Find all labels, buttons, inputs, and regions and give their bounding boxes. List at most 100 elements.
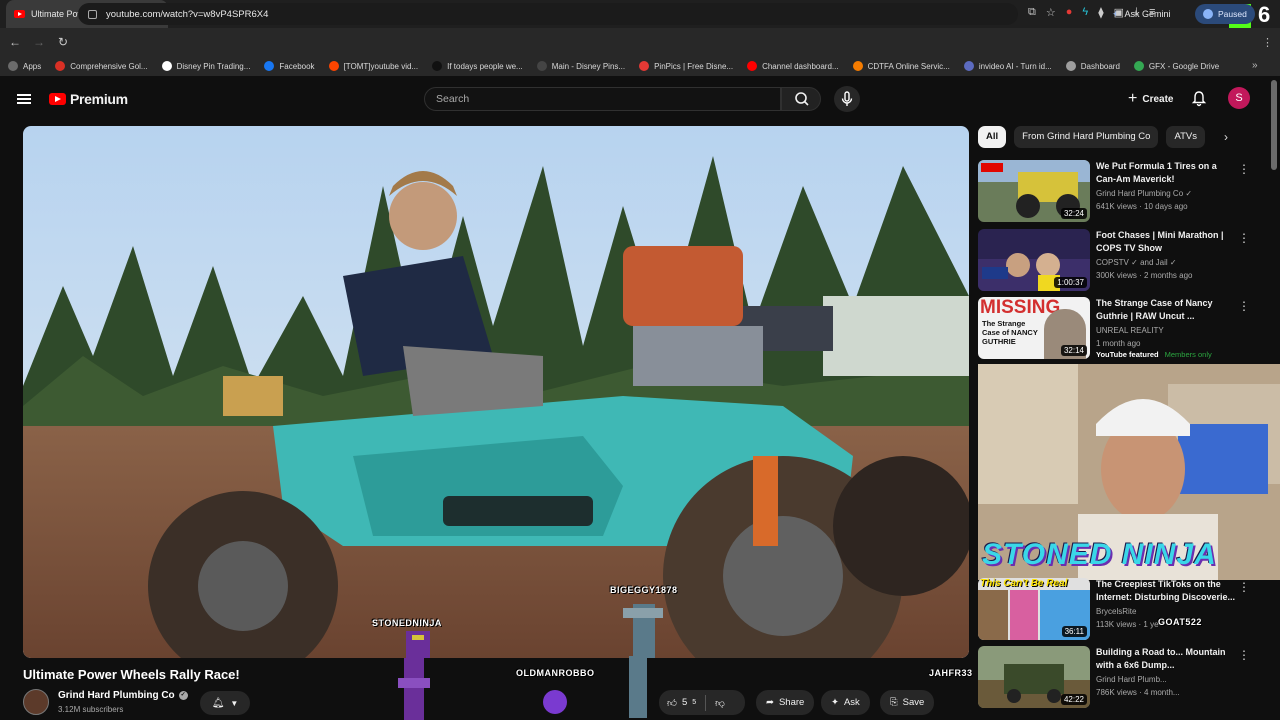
profile-paused-button[interactable]: Paused — [1195, 4, 1255, 24]
bookmark-item[interactable]: Apps — [8, 61, 41, 71]
recommendation-channel[interactable]: UNREAL REALITY — [1096, 326, 1164, 335]
recommendation-channel[interactable]: COPSTV ✓ and Jail ✓ — [1096, 258, 1177, 267]
bookmarks-overflow-icon[interactable]: » — [1252, 60, 1258, 71]
bookmark-star-icon[interactable]: ☆ — [1046, 6, 1056, 19]
recommendation-title[interactable]: The Creepiest TikToks on the Internet: D… — [1096, 578, 1236, 603]
bookmark-label: Main - Disney Pins... — [551, 61, 626, 71]
verified-check-icon: ✓ — [1131, 258, 1138, 267]
recommendation-title[interactable]: We Put Formula 1 Tires on a Can-Am Maver… — [1096, 160, 1236, 185]
account-avatar[interactable]: S — [1228, 87, 1250, 109]
video-thumbnail[interactable]: This Can't Be Real 36:11 — [978, 578, 1090, 640]
bookmark-item[interactable]: GFX - Google Drive — [1133, 61, 1219, 71]
recommendation-item[interactable]: 42:22 Building a Road to... Mountain wit… — [978, 646, 1270, 708]
bookmark-item[interactable]: CDTFA Online Servic... — [852, 61, 950, 71]
video-thumbnail[interactable]: MISSING The Strange Case of NANCY GUTHRI… — [978, 297, 1090, 359]
forward-icon[interactable]: → — [27, 35, 51, 49]
bookmark-label: PinPics | Free Disne... — [654, 61, 734, 71]
more-options-icon[interactable]: ⋮ — [1238, 580, 1250, 594]
search-input[interactable]: Search — [424, 87, 781, 111]
recommendation-channel[interactable]: Grind Hard Plumbing Co ✓ — [1096, 189, 1192, 198]
address-bar[interactable]: youtube.com/watch?v=w8vP4SPR6X4 — [78, 3, 1018, 25]
voice-search-button[interactable] — [834, 86, 860, 112]
notifications-bell-icon[interactable] — [1191, 90, 1207, 107]
video-thumbnail[interactable]: 1:00:37 — [978, 229, 1090, 291]
channel-name-link[interactable]: Grind Hard Plumbing Co ✓ — [58, 690, 188, 701]
more-options-icon[interactable]: ⋮ — [1238, 648, 1250, 662]
create-button[interactable]: + Create — [1118, 87, 1183, 111]
video-thumbnail[interactable]: 32:24 — [978, 160, 1090, 222]
bookmark-item[interactable]: invideo AI - Turn id... — [963, 61, 1052, 71]
dislike-button[interactable]: 👎︎ — [715, 697, 725, 709]
bookmark-label: [TOMT]youtube vid... — [343, 61, 419, 71]
ask-button[interactable]: ✦ Ask — [821, 690, 870, 715]
bookmark-favicon-icon — [536, 61, 547, 71]
split-view-icon[interactable]: ▣ — [1114, 6, 1124, 19]
profile-status-label: Paused — [1218, 9, 1247, 19]
overlay-username: OLDMANROBBO — [516, 668, 595, 678]
bookmark-item[interactable]: PinPics | Free Disne... — [639, 61, 733, 71]
reload-icon[interactable]: ↻ — [51, 35, 75, 49]
browser-menu-icon[interactable]: ⋮ — [1262, 36, 1273, 49]
page-scrollbar[interactable] — [1271, 80, 1277, 700]
recommendation-channel[interactable]: Grind Hard Plumb... — [1096, 675, 1167, 684]
bookmark-item[interactable]: Disney Pin Trading... — [161, 61, 250, 71]
bookmark-item[interactable]: Facebook — [264, 61, 315, 71]
bookmark-item[interactable]: [TOMT]youtube vid... — [328, 61, 419, 71]
save-button[interactable]: ⎘ Save — [880, 690, 935, 715]
bookmark-favicon-icon — [1065, 61, 1076, 71]
recommendation-item[interactable]: This Can't Be Real 36:11 The Creepiest T… — [978, 578, 1270, 640]
menu-hamburger-icon[interactable] — [17, 94, 31, 104]
bookmark-item[interactable]: Dashboard — [1065, 61, 1120, 71]
site-info-icon[interactable] — [88, 9, 97, 19]
search-button[interactable] — [781, 87, 821, 111]
extension-zap-icon[interactable]: ϟ — [1082, 6, 1088, 19]
channel-avatar[interactable] — [23, 689, 49, 715]
video-player[interactable]: STONEDNINJA BIGEGGY1878 — [23, 126, 969, 658]
recommendation-title[interactable]: Foot Chases | Mini Marathon | COPS TV Sh… — [1096, 229, 1236, 254]
bookmark-favicon-icon — [55, 61, 66, 71]
bookmark-item[interactable]: Channel dashboard... — [747, 61, 839, 71]
extensions-puzzle-icon[interactable]: ⧫ — [1098, 6, 1103, 19]
bookmark-label: Channel dashboard... — [762, 61, 839, 71]
badges: YouTube featured Members only — [1096, 350, 1212, 359]
share-button[interactable]: ➦ Share — [756, 690, 815, 715]
more-options-icon[interactable]: ⋮ — [1238, 231, 1250, 245]
members-only-badge: Members only — [1164, 350, 1212, 359]
subscriber-count: 3.12M subscribers — [58, 705, 124, 714]
chevron-down-icon: ▼ — [230, 698, 239, 708]
youtube-premium-logo[interactable]: Premium — [49, 91, 128, 107]
chip-all[interactable]: All — [978, 126, 1007, 148]
install-icon[interactable]: ⧉ — [1028, 6, 1036, 19]
featured-badge: YouTube featured — [1096, 350, 1159, 359]
chip-from-channel[interactable]: From Grind Hard Plumbing Co — [1014, 126, 1159, 148]
like-button[interactable]: 👍︎ 55 — [667, 697, 696, 709]
video-thumbnail[interactable]: 42:22 — [978, 646, 1090, 708]
bookmark-item[interactable]: Main - Disney Pins... — [536, 61, 626, 71]
chevron-right-icon[interactable]: › — [1224, 130, 1228, 144]
recommendation-title[interactable]: Building a Road to... Mountain with a 6x… — [1096, 646, 1236, 671]
video-duration: 32:24 — [1060, 208, 1087, 219]
recommendation-channel[interactable]: BrycelsRite — [1096, 607, 1136, 616]
recommendation-title[interactable]: The Strange Case of Nancy Guthrie | RAW … — [1096, 297, 1236, 322]
more-options-icon[interactable]: ⋮ — [1238, 299, 1250, 313]
bookmark-item[interactable]: Comprehensive Gol... — [55, 61, 148, 71]
bookmark-label: Dashboard — [1080, 61, 1120, 71]
back-icon[interactable]: ← — [3, 35, 27, 49]
bookmark-icon: ⎘ — [890, 697, 898, 708]
media-control-icon[interactable]: ≡ — [1149, 6, 1155, 19]
recommendation-item[interactable]: 1:00:37 Foot Chases | Mini Marathon | CO… — [978, 229, 1270, 291]
extension-red-icon[interactable]: ● — [1066, 6, 1073, 19]
video-frame-image — [23, 126, 969, 658]
youtube-header: Premium Search + Create S — [0, 76, 1280, 122]
channel-name: Grind Hard Plumbing Co — [58, 690, 175, 701]
overlay-username: BIGEGGY1878 — [610, 585, 678, 595]
more-options-icon[interactable]: ⋮ — [1238, 162, 1250, 176]
scrollbar-thumb[interactable] — [1271, 80, 1277, 170]
bookmark-favicon-icon — [432, 61, 443, 71]
download-icon[interactable]: ⤓ — [1134, 6, 1139, 19]
chip-atvs[interactable]: ATVs — [1166, 126, 1205, 148]
recommendation-item[interactable]: MISSING The Strange Case of NANCY GUTHRI… — [978, 297, 1270, 359]
notification-settings-button[interactable]: 🔔︎ ▼ — [200, 691, 250, 715]
recommendation-item[interactable]: 32:24 We Put Formula 1 Tires on a Can-Am… — [978, 160, 1270, 222]
bookmark-item[interactable]: If todays people we... — [432, 61, 523, 71]
